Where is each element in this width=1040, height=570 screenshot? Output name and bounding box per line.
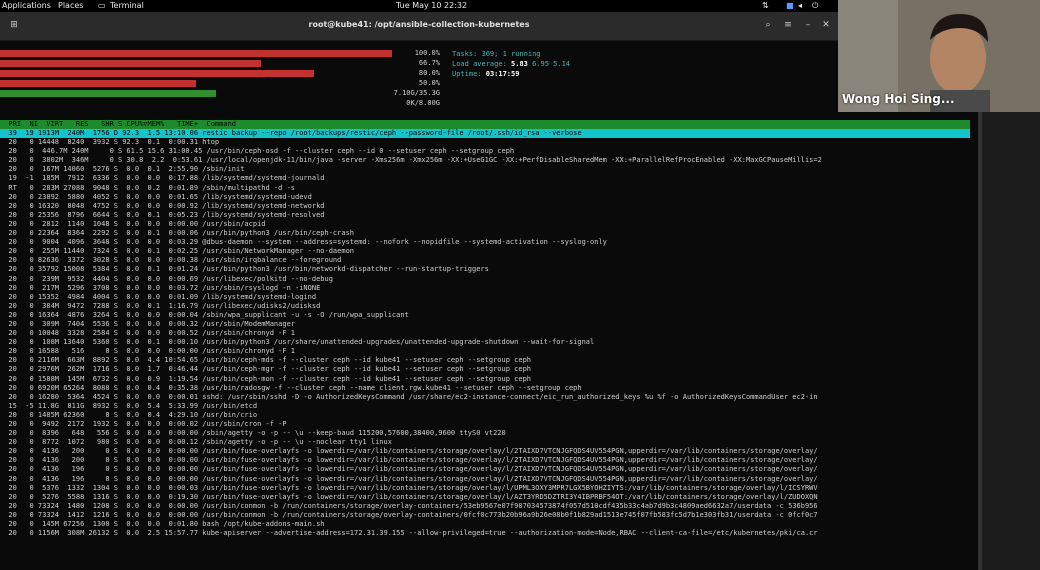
process-row[interactable]: 20 0 2976M 262M 1716 S 0.0 1.7 0:46.44 /… [0, 365, 978, 374]
process-table-header[interactable]: PRI NI VIRT RES SHR S CPU%▽MEM% TIME+ Co… [0, 120, 970, 129]
uptime-line: Uptime: 03:17:59 [452, 70, 520, 78]
background-window [982, 112, 1040, 570]
load-line: Load average: 5.83 6.95 5.14 [452, 60, 571, 68]
process-row[interactable]: 20 0 167M 14060 5276 S 0.0 0.1 2:55.90 /… [0, 165, 978, 174]
meter-bar [0, 70, 314, 77]
meter-value: 100.0% [414, 49, 440, 57]
process-row[interactable]: 20 0 9492 2172 1932 S 0.0 0.0 0:00.02 /u… [0, 420, 978, 429]
selected-process-row[interactable]: 39 19 1913M 240M 1756 D 92.3 1.5 13:10.0… [0, 129, 970, 139]
process-row[interactable]: 20 0 108M 13640 5360 S 0.0 0.1 0:00.10 /… [0, 338, 978, 347]
process-row[interactable]: 20 0 309M 7404 5536 S 0.0 0.0 0:00.32 /u… [0, 320, 978, 329]
process-row[interactable]: 20 0 16320 8048 4752 S 0.0 0.0 0:00.92 /… [0, 202, 978, 211]
process-row[interactable]: 20 0 35792 15008 5384 S 0.0 0.1 0:01.24 … [0, 265, 978, 274]
process-list[interactable]: 39 19 1913M 240M 1756 D 92.3 1.5 13:10.0… [0, 129, 978, 538]
screen-share-icon[interactable]: ■ [786, 1, 794, 10]
process-row[interactable]: 20 0 16280 5364 4524 S 0.0 0.0 0:00.01 s… [0, 393, 978, 402]
process-row[interactable]: 20 0 16364 4876 3264 S 0.0 0.0 0:00.04 /… [0, 311, 978, 320]
process-row[interactable]: 20 0 1485M 62360 0 S 0.0 0.4 4:29.10 /us… [0, 411, 978, 420]
process-row[interactable]: 20 0 8396 648 556 S 0.0 0.0 0:00.00 /sbi… [0, 429, 978, 438]
volume-icon[interactable]: ◂ [798, 1, 802, 10]
meter-value: 66.7% [418, 59, 440, 67]
terminal-titlebar: ⊞ root@kube41: /opt/ansible-collection-k… [0, 12, 838, 41]
menu-icon[interactable]: ≡ [780, 17, 796, 33]
participant-name: Wong Hoi Sing... [842, 92, 955, 106]
process-row[interactable]: 15 -5 11.8G 811G 8932 S 0.0 5.4 5:33.99 … [0, 402, 978, 411]
meter-5: 0K/8.00G [0, 99, 440, 108]
minimize-icon[interactable]: – [800, 17, 816, 33]
search-icon[interactable]: ⌕ [760, 17, 776, 33]
process-row[interactable]: 20 0 10048 3328 2584 S 0.0 0.0 0:00.52 /… [0, 329, 978, 338]
meter-bar [0, 80, 196, 87]
places-menu[interactable]: Places [58, 1, 83, 10]
process-row[interactable]: 20 0 384M 9472 7288 S 0.0 0.1 1:16.79 /u… [0, 302, 978, 311]
process-row[interactable]: 20 0 15352 4984 4004 S 0.0 0.0 0:01.09 /… [0, 293, 978, 302]
meter-value: 50.0% [418, 79, 440, 87]
webcam-overlay: Wong Hoi Sing... [838, 0, 1040, 112]
meter-bar [0, 90, 216, 97]
process-row[interactable]: 20 0 4136 196 0 S 0.0 0.0 0:00.00 /usr/b… [0, 475, 978, 484]
process-row[interactable]: 20 0 1588M 145M 6732 S 0.0 0.9 1:19.54 /… [0, 375, 978, 384]
process-row[interactable]: 20 0 5276 5588 1316 S 0.0 0.0 0:19.30 /u… [0, 493, 978, 502]
meter-2: 80.0% [0, 69, 440, 78]
meter-value: 7.10G/35.3G [393, 89, 440, 97]
terminal-app-icon: ▭ [98, 1, 106, 10]
process-row[interactable]: 20 0 73324 1412 1216 S 0.0 0.0 0:00.00 /… [0, 511, 978, 520]
process-row[interactable]: 20 0 3802M 346M 0 S 30.8 2.2 0:53.61 /us… [0, 156, 978, 165]
process-row[interactable]: 20 0 22364 8364 2292 S 0.0 0.1 0:00.06 /… [0, 229, 978, 238]
process-row[interactable]: 20 0 1156M 308M 26132 S 0.0 2.5 15:57.77… [0, 529, 978, 538]
meter-bar [0, 60, 262, 67]
process-row[interactable]: 20 0 82636 3372 3028 S 0.0 0.0 0:00.38 /… [0, 256, 978, 265]
process-row[interactable]: 20 0 2812 1140 1048 S 0.0 0.0 0:00.00 /u… [0, 220, 978, 229]
process-row[interactable]: 20 0 4136 200 0 S 0.0 0.0 0:00.00 /usr/b… [0, 456, 978, 465]
applications-menu[interactable]: Applications [2, 1, 51, 10]
process-row[interactable]: 20 0 73324 1480 1208 S 0.0 0.0 0:00.00 /… [0, 502, 978, 511]
process-row[interactable]: 20 0 8772 1072 980 S 0.0 0.0 0:00.12 /sb… [0, 438, 978, 447]
tasks-line: Tasks: 369; 1 running [452, 50, 541, 58]
process-row[interactable]: 20 0 4136 196 0 S 0.0 0.0 0:00.00 /usr/b… [0, 465, 978, 474]
process-row[interactable]: 20 0 4136 200 0 S 0.0 0.0 0:00.00 /usr/b… [0, 447, 978, 456]
close-icon[interactable]: ✕ [818, 17, 834, 33]
process-row[interactable]: 20 0 23892 5880 4052 S 0.0 0.0 0:01.65 /… [0, 193, 978, 202]
clock[interactable]: Tue May 10 22:32 [396, 1, 467, 10]
process-row[interactable]: 20 0 255M 11440 7324 S 0.0 0.1 0:02.25 /… [0, 247, 978, 256]
process-row[interactable]: 20 0 5376 1332 1304 S 0.0 0.0 0:00.03 /u… [0, 484, 978, 493]
meter-4: 7.10G/35.3G [0, 89, 440, 98]
process-row[interactable]: 20 0 217M 5296 3708 S 0.0 0.0 0:03.72 /u… [0, 284, 978, 293]
process-row[interactable]: 20 0 446.7M 240M 0 S 61.5 15.6 31:00.45 … [0, 147, 978, 156]
window-title: root@kube41: /opt/ansible-collection-kub… [308, 20, 530, 29]
process-row[interactable]: 20 0 2116M 663M 8892 S 0.0 4.4 10:54.65 … [0, 356, 978, 365]
meter-value: 0K/8.00G [406, 99, 440, 107]
process-row[interactable]: 19 -1 185M 7912 6336 S 0.0 0.0 0:17.88 /… [0, 174, 978, 183]
power-icon[interactable]: ⏻ [812, 1, 818, 11]
meter-3: 50.0% [0, 79, 440, 88]
htop-stats: Tasks: 369; 1 running Load average: 5.83… [452, 49, 570, 79]
process-row[interactable]: RT 0 283M 27088 9048 S 0.0 0.2 0:01.89 /… [0, 184, 978, 193]
meter-value: 80.0% [418, 69, 440, 77]
process-row[interactable]: 20 0 239M 9532 4404 S 0.0 0.0 0:00.69 /u… [0, 275, 978, 284]
terminal-content[interactable]: 100.0% 66.7% 80.0% 50.0% 7.10G/35.3G 0K/8.00G… [0, 41, 978, 570]
process-row[interactable]: 20 0 14448 8240 3932 S 92.3 0.1 0:00.31 … [0, 138, 978, 147]
terminal-menu[interactable]: Terminal [110, 1, 144, 10]
process-row[interactable]: 20 0 145M 67256 1300 S 0.0 0.0 0:01.80 b… [0, 520, 978, 529]
meter-bar [0, 50, 392, 57]
process-row[interactable]: 20 0 9004 4096 3648 S 0.0 0.0 0:03.29 @d… [0, 238, 978, 247]
process-row[interactable]: 20 0 6920M 65264 8088 S 0.0 0.4 0:35.38 … [0, 384, 978, 393]
network-icon[interactable]: ⇅ [762, 1, 769, 10]
top-panel: Applications Places ▭ Terminal Tue May 1… [0, 0, 838, 12]
process-row[interactable]: 20 0 25356 8796 6644 S 0.0 0.1 0:05.23 /… [0, 211, 978, 220]
meter-0: 100.0% [0, 49, 440, 58]
meter-1: 66.7% [0, 59, 440, 68]
process-row[interactable]: 20 0 16588 516 0 S 0.0 0.0 0:00.00 /usr/… [0, 347, 978, 356]
